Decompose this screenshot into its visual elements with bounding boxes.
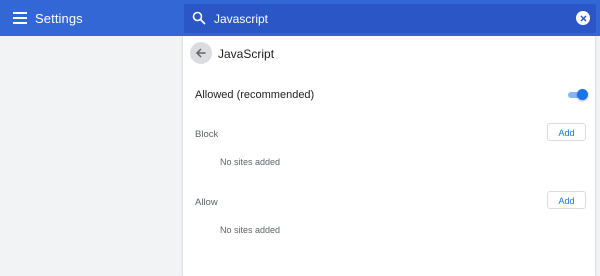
- search-input[interactable]: [214, 9, 564, 28]
- block-add-button[interactable]: Add: [547, 123, 586, 141]
- app-title: Settings: [35, 11, 83, 26]
- settings-card: JavaScript Allowed (recommended) Block A…: [183, 36, 595, 276]
- allowed-toggle[interactable]: [568, 89, 588, 101]
- search-icon: [192, 11, 206, 25]
- block-section-label: Block: [195, 129, 219, 140]
- page-title: JavaScript: [218, 47, 275, 61]
- search-box[interactable]: [184, 4, 596, 33]
- app-header: Settings: [0, 0, 600, 36]
- allow-section-label: Allow: [195, 197, 218, 208]
- block-empty-text: No sites added: [220, 157, 281, 167]
- sidebar: [0, 36, 182, 276]
- hamburger-menu-icon[interactable]: [13, 12, 27, 24]
- close-circle-icon[interactable]: [576, 11, 590, 25]
- allow-empty-text: No sites added: [220, 225, 281, 235]
- allow-add-button[interactable]: Add: [547, 191, 586, 209]
- allowed-setting-label: Allowed (recommended): [195, 89, 315, 101]
- toggle-knob: [577, 89, 588, 100]
- arrow-back-icon[interactable]: [190, 42, 212, 64]
